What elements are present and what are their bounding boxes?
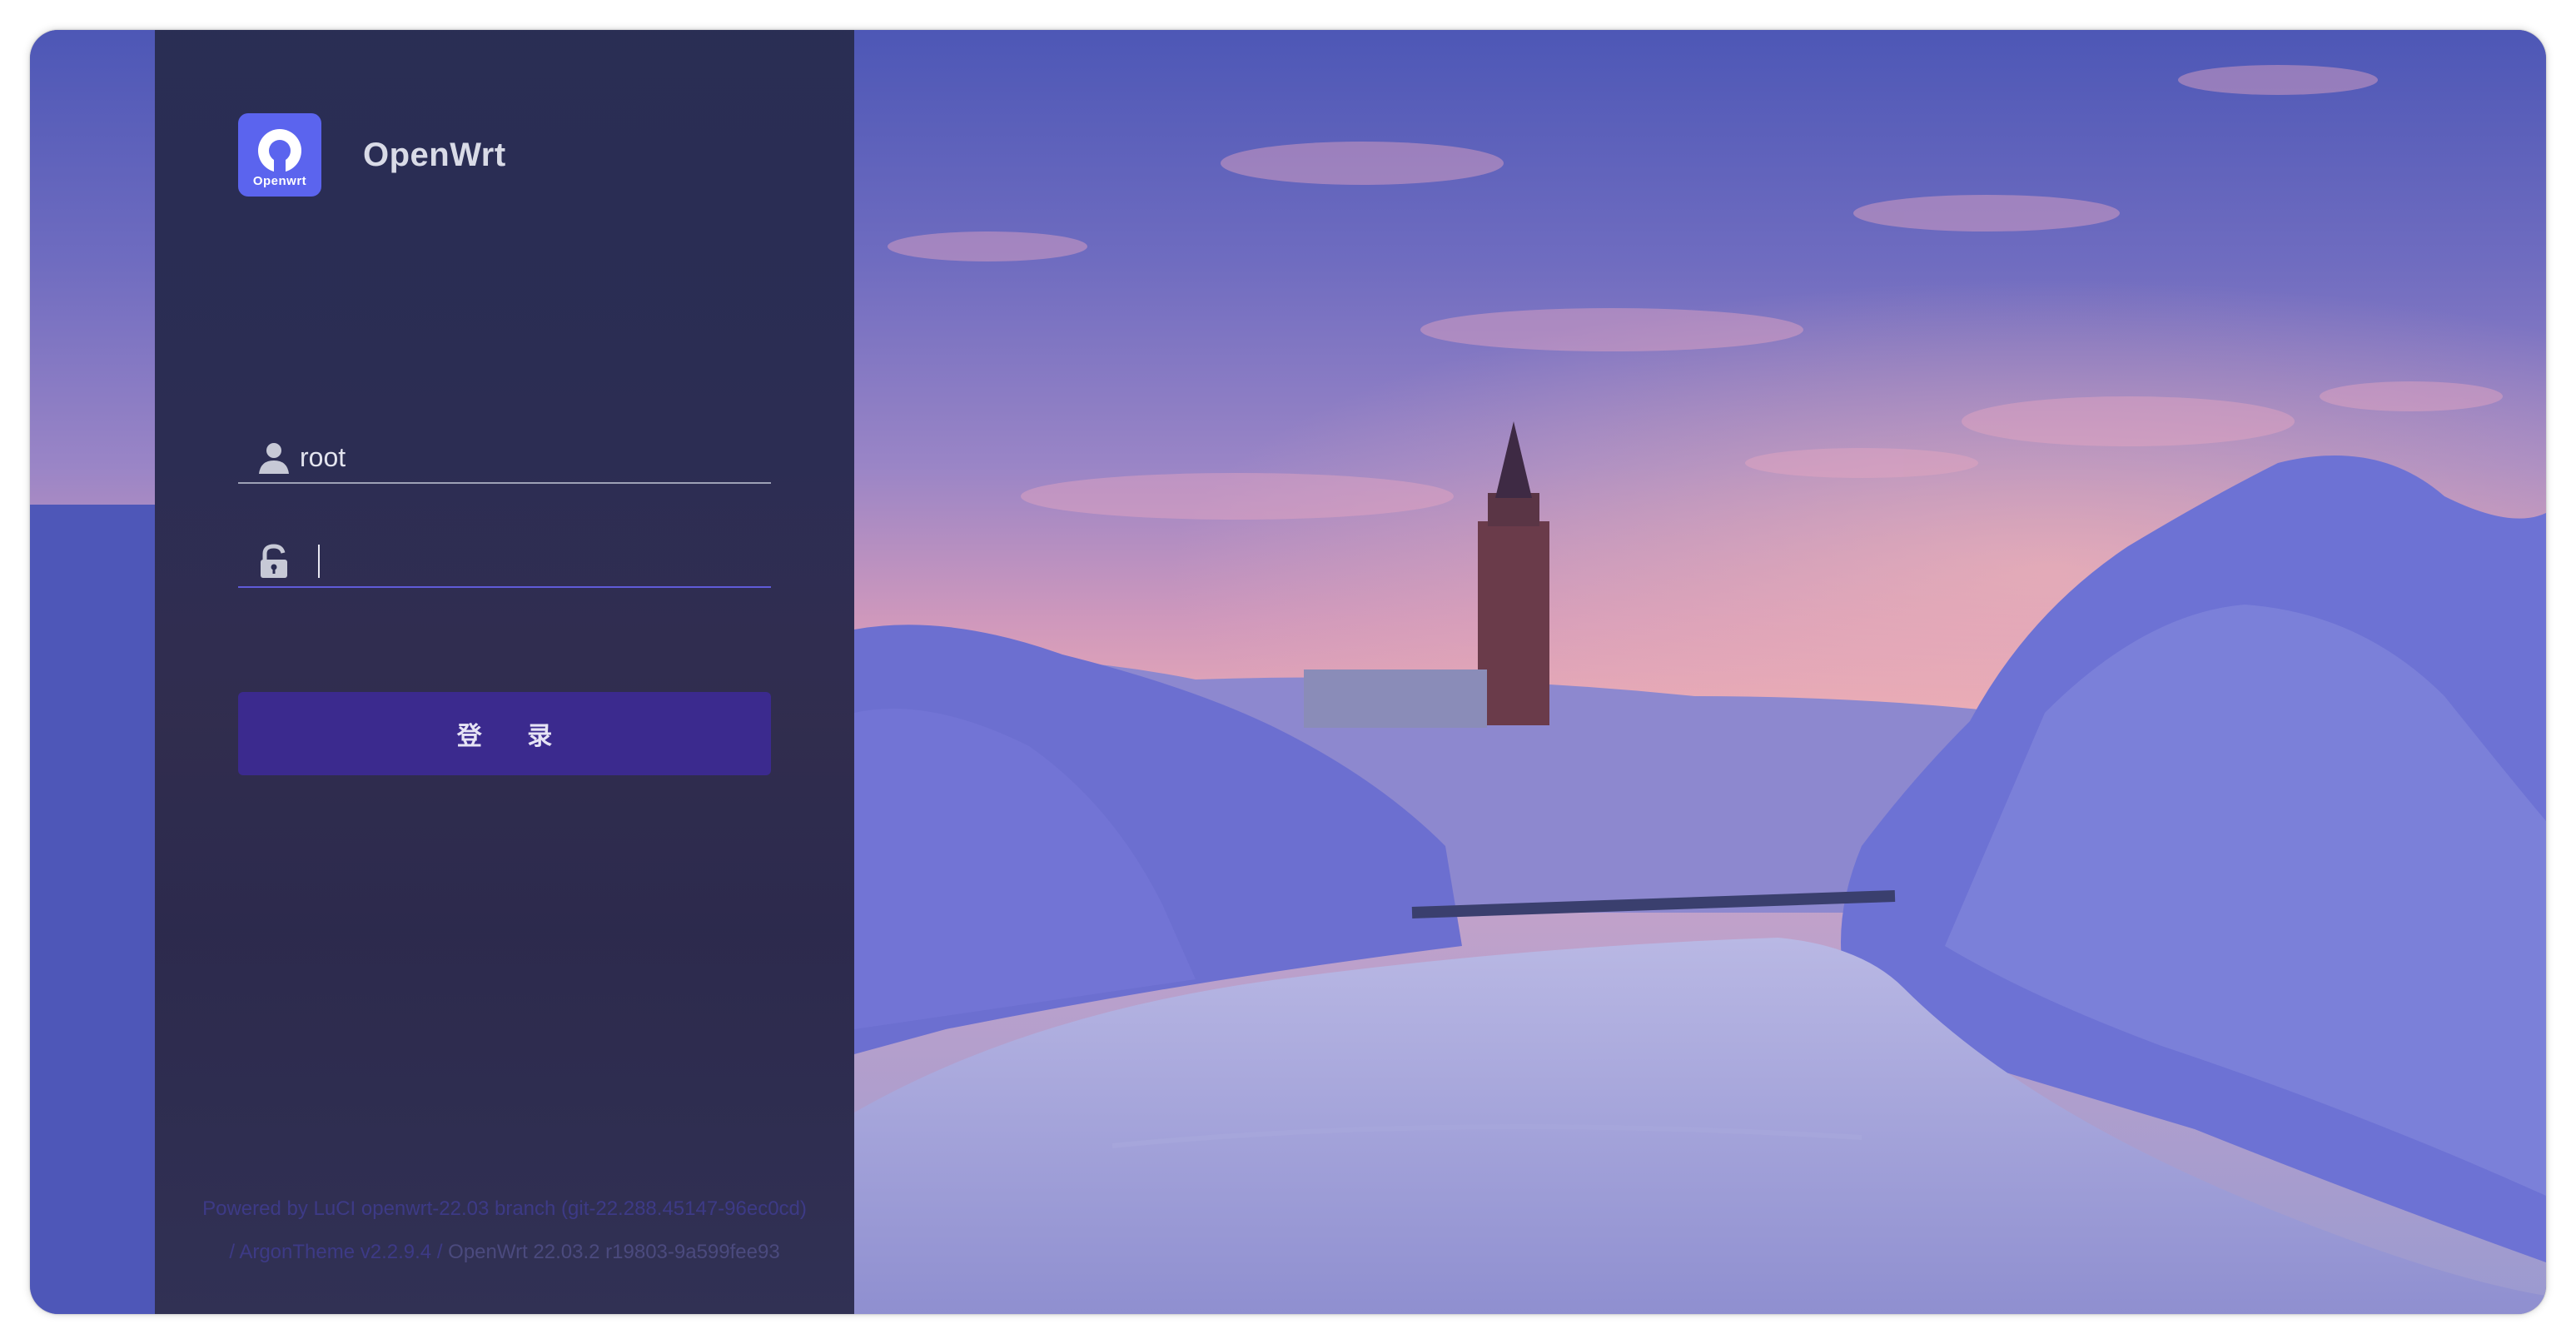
user-icon xyxy=(255,438,293,476)
openwrt-logo-icon: Openwrt xyxy=(238,113,321,197)
login-button[interactable]: 登 录 xyxy=(238,692,771,775)
brand-name: OpenWrt xyxy=(363,136,506,173)
login-panel: Openwrt OpenWrt root 登 录 Powered by LuCI… xyxy=(155,30,854,1314)
firmware-version: OpenWrt 22.03.2 r19803-9a599fee93 xyxy=(448,1241,780,1263)
brand: Openwrt OpenWrt xyxy=(238,113,506,197)
login-window: Openwrt OpenWrt root 登 录 Powered by LuCI… xyxy=(30,30,2546,1314)
username-input[interactable] xyxy=(296,434,749,480)
footer-line-2: / ArgonTheme v2.2.9.4 / OpenWrt 22.03.2 … xyxy=(155,1231,854,1274)
text-cursor xyxy=(318,545,320,578)
password-field[interactable] xyxy=(238,536,771,588)
logo-caption: Openwrt xyxy=(252,174,307,188)
footer-line-1: Powered by LuCI openwrt-22.03 branch (gi… xyxy=(155,1187,854,1231)
password-input[interactable] xyxy=(296,538,749,585)
footer-separator: / xyxy=(436,1241,443,1263)
lock-icon xyxy=(255,542,293,580)
powered-by-label: Powered by xyxy=(202,1197,308,1220)
username-field[interactable] xyxy=(238,432,771,484)
argon-theme-link[interactable]: ArgonTheme v2.2.9.4 xyxy=(239,1241,431,1263)
luci-link[interactable]: LuCI openwrt-22.03 branch (git-22.288.45… xyxy=(314,1197,807,1220)
footer: Powered by LuCI openwrt-22.03 branch (gi… xyxy=(155,1187,854,1274)
footer-separator: / xyxy=(229,1241,235,1263)
